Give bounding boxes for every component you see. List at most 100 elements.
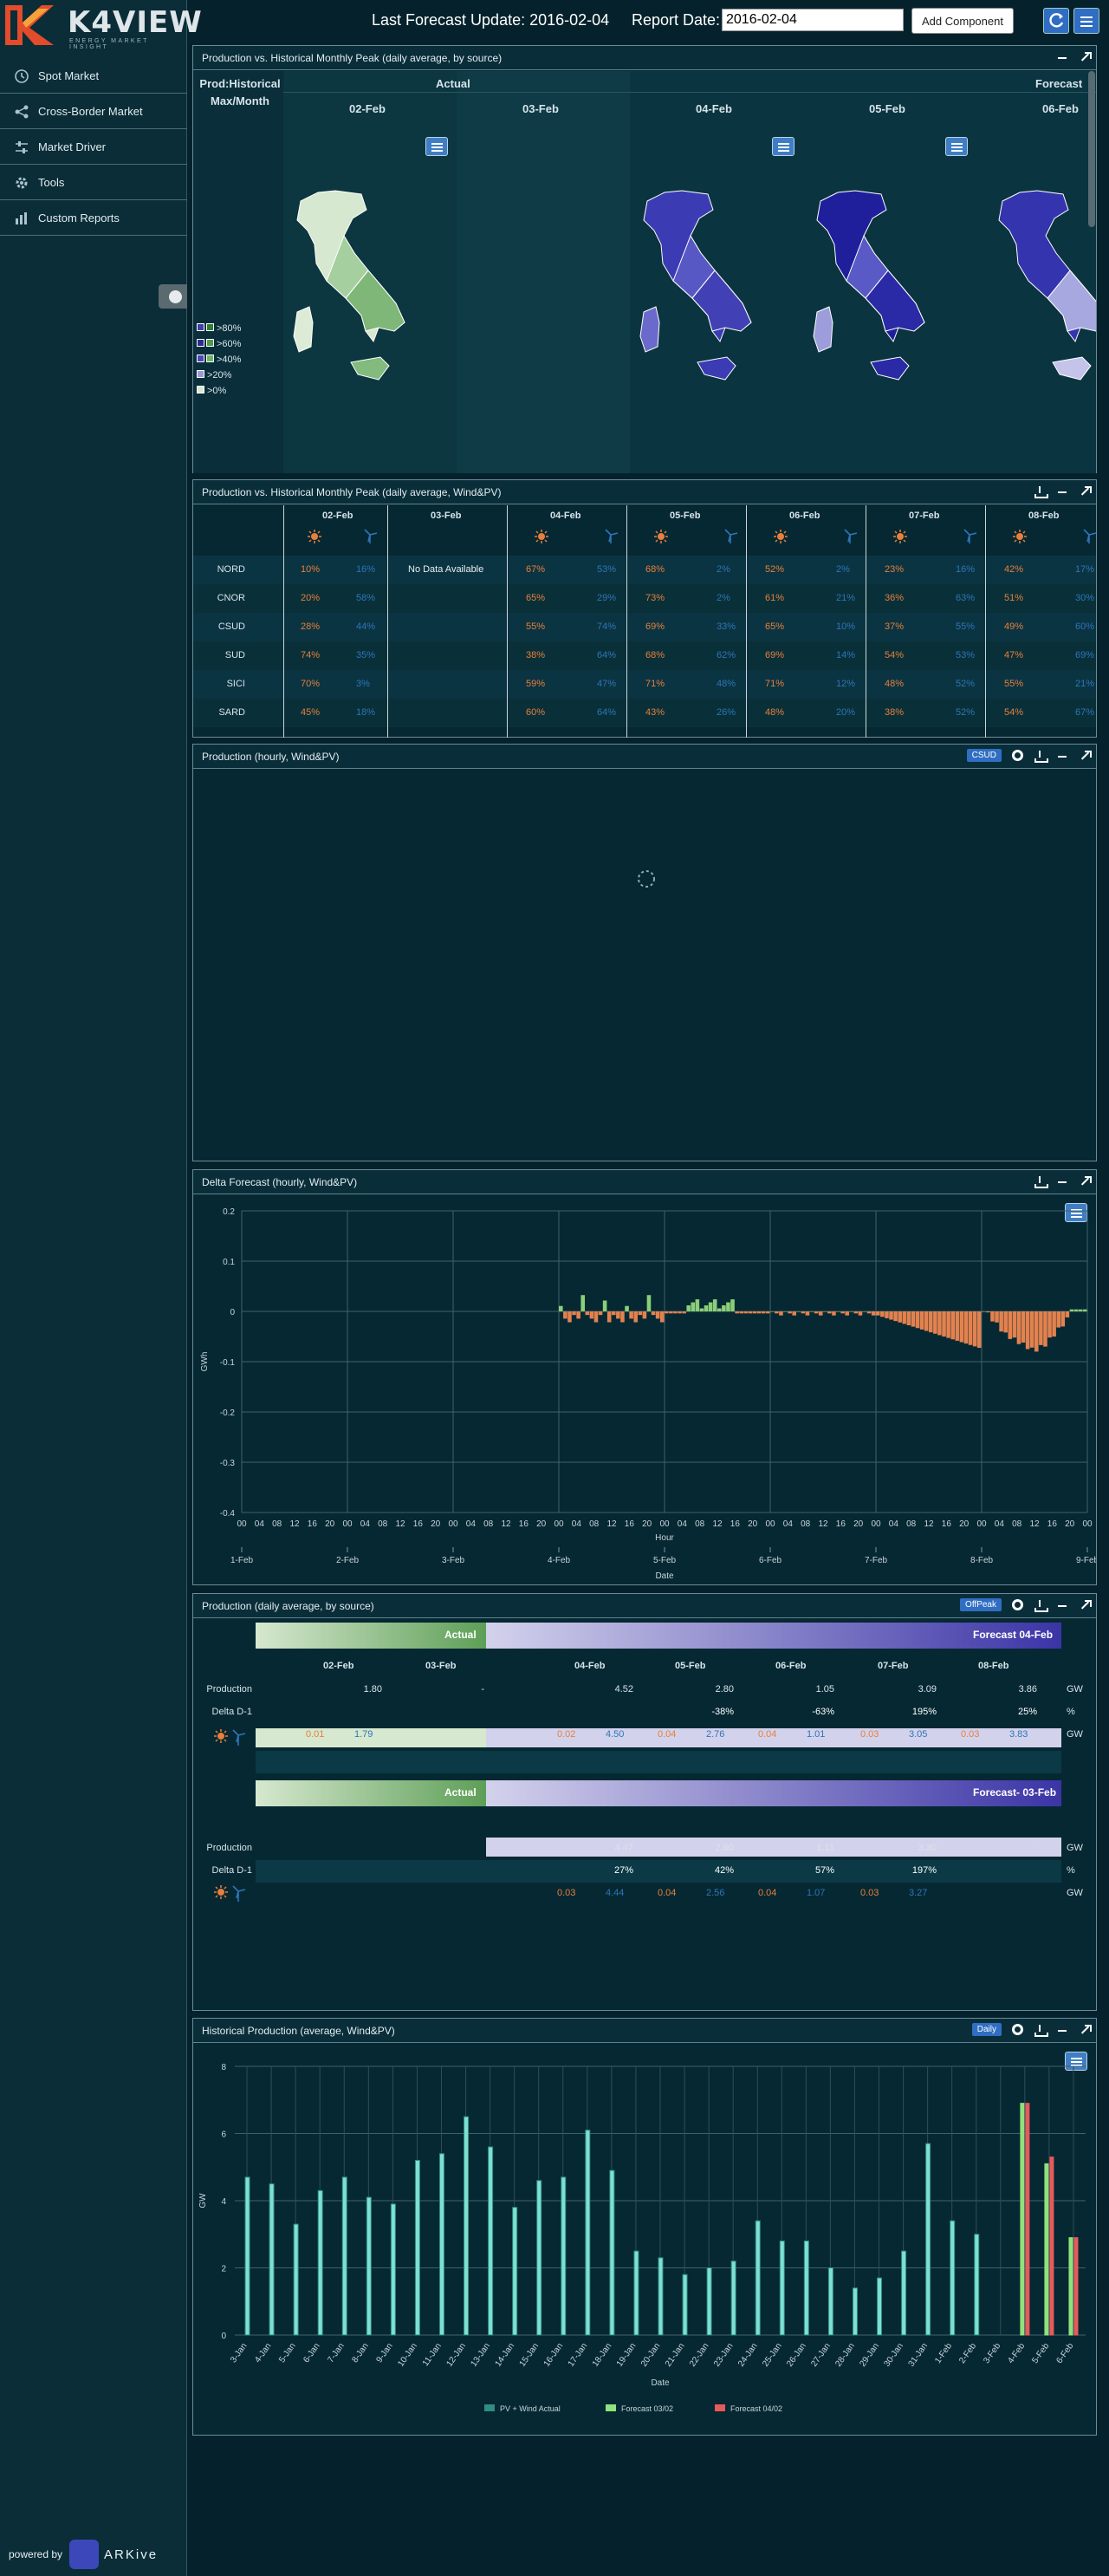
pv-value: 70% bbox=[301, 679, 321, 689]
pv-value: 23% bbox=[885, 564, 905, 575]
minimize-icon[interactable] bbox=[1056, 485, 1068, 498]
top-bar: Last Forecast Update: 2016-02-04 Report … bbox=[187, 0, 1109, 42]
zone-select[interactable]: CSUD bbox=[966, 749, 1002, 762]
bar-pv-wind-actual bbox=[488, 2146, 494, 2336]
settings-icon[interactable] bbox=[1012, 2024, 1023, 2035]
download-icon[interactable] bbox=[1034, 2024, 1048, 2037]
date-tick-label: 1-Feb bbox=[230, 1556, 254, 1565]
hour-tick-label: 16 bbox=[308, 1519, 318, 1529]
legend-80: >80% bbox=[217, 323, 242, 334]
source-icons bbox=[214, 1729, 246, 1746]
maximize-icon[interactable] bbox=[1079, 485, 1092, 498]
date-tick-label: 3-Feb bbox=[442, 1556, 465, 1565]
pv-value: 37% bbox=[885, 621, 905, 632]
maximize-icon[interactable] bbox=[1079, 1175, 1092, 1187]
wind-value: 3% bbox=[356, 679, 370, 689]
delta-value: 197% bbox=[911, 1865, 937, 1876]
add-component-button[interactable]: Add Component bbox=[911, 8, 1014, 34]
bar-pv-wind-actual bbox=[585, 2130, 591, 2336]
minimize-icon[interactable] bbox=[1056, 1175, 1068, 1187]
map-06-feb[interactable] bbox=[998, 190, 1096, 381]
wind-value: 16% bbox=[956, 564, 976, 575]
delta-bar bbox=[1039, 1311, 1043, 1345]
delta-bar bbox=[823, 1311, 827, 1312]
nav-market-driver[interactable]: Market Driver bbox=[0, 130, 187, 165]
sidebar-collapse-button[interactable] bbox=[159, 284, 187, 309]
column-date: 05-Feb bbox=[670, 511, 701, 521]
delta-bar bbox=[735, 1311, 739, 1314]
granularity-select[interactable]: Daily bbox=[971, 2023, 1002, 2036]
nav-spot-market[interactable]: Spot Market bbox=[0, 59, 187, 94]
download-icon[interactable] bbox=[1034, 485, 1048, 498]
delta-bar bbox=[1078, 1309, 1083, 1311]
scrollbar[interactable] bbox=[1088, 71, 1095, 227]
delta-bar bbox=[659, 1311, 665, 1323]
delta-bar bbox=[1012, 1311, 1017, 1338]
hour-tick-label: 20 bbox=[536, 1519, 547, 1529]
wind-value: 58% bbox=[356, 593, 376, 603]
x-tick-label: 18-Jan bbox=[591, 2341, 614, 2368]
x-tick-label: 26-Jan bbox=[785, 2341, 808, 2368]
x-tick-label: 20-Jan bbox=[639, 2341, 663, 2368]
pv-value: 61% bbox=[765, 593, 785, 603]
panel-title: Delta Forecast (hourly, Wind&PV) bbox=[202, 1175, 358, 1188]
refresh-button[interactable] bbox=[1043, 8, 1069, 34]
maximize-icon[interactable] bbox=[1079, 51, 1092, 63]
download-icon[interactable] bbox=[1034, 1175, 1048, 1188]
hour-tick-label: 12 bbox=[924, 1519, 934, 1529]
hour-tick-label: 08 bbox=[801, 1519, 811, 1529]
pv-value: 67% bbox=[526, 564, 546, 575]
hour-tick-label: 08 bbox=[1012, 1519, 1022, 1529]
unit-gw: GW bbox=[1067, 1729, 1083, 1740]
nav-tools[interactable]: Tools bbox=[0, 166, 187, 200]
nav-custom-reports[interactable]: Custom Reports bbox=[0, 201, 187, 236]
delta-bar bbox=[1016, 1311, 1021, 1344]
forecast-banner: Forecast- 03-Feb bbox=[973, 1786, 1057, 1799]
delta-bar bbox=[898, 1311, 902, 1323]
pv-value: 74% bbox=[301, 650, 321, 660]
delta-bar bbox=[919, 1311, 924, 1330]
x-tick-label: 1-Feb bbox=[933, 2341, 954, 2365]
wind-value: 33% bbox=[717, 621, 736, 632]
pv-value: 71% bbox=[765, 679, 785, 689]
delta-value: 25% bbox=[1017, 1707, 1037, 1717]
column-date: 06-Feb bbox=[789, 511, 820, 521]
loading-spinner-icon bbox=[638, 870, 655, 888]
y-tick-label: -0.4 bbox=[220, 1509, 236, 1519]
pv-value: 42% bbox=[1004, 564, 1024, 575]
download-icon[interactable] bbox=[1034, 1599, 1048, 1612]
bar-forecast-03-02 bbox=[1068, 2237, 1073, 2336]
delta-bar bbox=[665, 1311, 669, 1314]
map-04-feb[interactable] bbox=[639, 190, 752, 381]
delta-bar bbox=[775, 1311, 779, 1314]
settings-icon[interactable] bbox=[1012, 750, 1023, 761]
settings-icon[interactable] bbox=[1012, 1599, 1023, 1610]
nav-cross-border-market[interactable]: Cross-Border Market bbox=[0, 94, 187, 129]
menu-button[interactable] bbox=[1073, 8, 1099, 34]
unit-pct: % bbox=[1067, 1707, 1075, 1717]
delta-bar bbox=[858, 1311, 863, 1316]
map-05-feb[interactable] bbox=[813, 190, 925, 381]
minimize-icon[interactable] bbox=[1056, 1599, 1068, 1611]
maximize-icon[interactable] bbox=[1079, 2024, 1092, 2036]
nav-label: Market Driver bbox=[38, 140, 107, 153]
period-select[interactable]: OffPeak bbox=[960, 1598, 1002, 1611]
bar-pv-wind-actual bbox=[366, 2196, 372, 2336]
column-date: 03-Feb bbox=[425, 1661, 457, 1671]
delta-bar bbox=[924, 1311, 929, 1331]
powered-by-label: powered by bbox=[9, 2548, 63, 2560]
corner-label: Prod:Historical Max/Month bbox=[199, 77, 281, 107]
minimize-icon[interactable] bbox=[1056, 750, 1068, 762]
pv-value: 0.04 bbox=[658, 1888, 677, 1898]
download-icon[interactable] bbox=[1034, 750, 1048, 763]
production-value: 2.80 bbox=[715, 1684, 734, 1695]
maximize-icon[interactable] bbox=[1079, 1599, 1092, 1611]
y-tick-label: 8 bbox=[221, 2063, 226, 2072]
map-02-feb[interactable] bbox=[293, 190, 405, 381]
column-date: 06-Feb bbox=[775, 1661, 807, 1671]
report-date-input[interactable] bbox=[722, 9, 904, 31]
minimize-icon[interactable] bbox=[1056, 51, 1068, 63]
logo[interactable]: K4VIEW ENERGY MARKET INSIGHT bbox=[3, 2, 202, 50]
maximize-icon[interactable] bbox=[1079, 750, 1092, 762]
minimize-icon[interactable] bbox=[1056, 2024, 1068, 2036]
